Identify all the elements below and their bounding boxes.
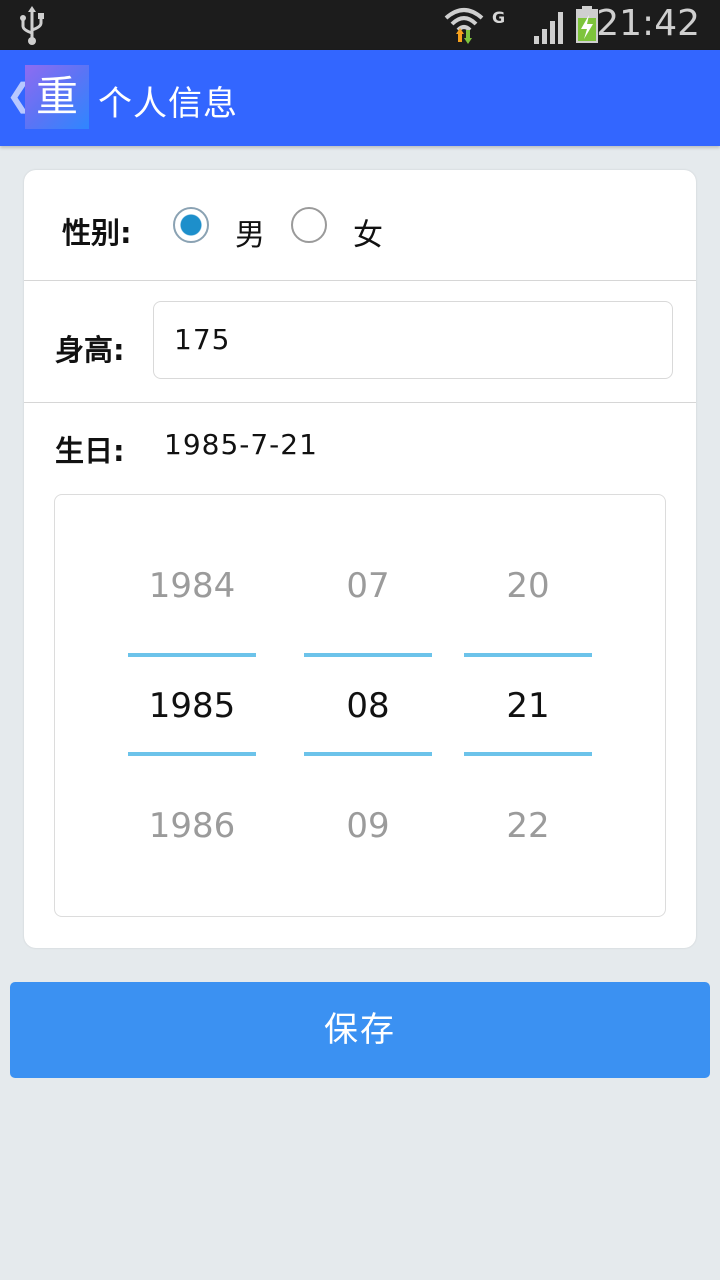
signal-icon — [534, 12, 563, 44]
day-highlight-bottom — [464, 752, 592, 756]
day-next[interactable]: 22 — [464, 806, 592, 846]
month-highlight-top — [304, 653, 432, 657]
year-highlight-top — [128, 653, 256, 657]
height-label: 身高: — [55, 333, 125, 367]
gender-label: 性别: — [62, 216, 132, 250]
birthday-value: 1985-7-21 — [164, 428, 318, 461]
year-prev[interactable]: 1984 — [128, 566, 256, 606]
app-logo[interactable]: 重 — [25, 65, 89, 129]
height-input[interactable]: 175 — [153, 301, 673, 379]
day-prev[interactable]: 20 — [464, 566, 592, 606]
month-next[interactable]: 09 — [304, 806, 432, 846]
date-picker[interactable]: 1984 1985 1986 07 08 09 20 21 22 — [54, 494, 666, 917]
app-bar: ❮ 重 个人信息 — [0, 50, 720, 146]
year-next[interactable]: 1986 — [128, 806, 256, 846]
divider — [24, 280, 696, 281]
gender-male-radio[interactable] — [173, 207, 209, 243]
page-title: 个人信息 — [98, 84, 238, 124]
day-highlight-top — [464, 653, 592, 657]
birthday-label: 生日: — [55, 434, 125, 468]
gender-male-label[interactable]: 男 — [235, 210, 265, 254]
network-type-label: G — [492, 8, 506, 27]
day-selected[interactable]: 21 — [464, 686, 592, 726]
month-selected[interactable]: 08 — [304, 686, 432, 726]
gender-female-label[interactable]: 女 — [353, 210, 383, 254]
year-selected[interactable]: 1985 — [128, 686, 256, 726]
save-button[interactable]: 保存 — [10, 982, 710, 1078]
status-bar: G 21:42 — [0, 0, 720, 50]
usb-icon — [20, 6, 44, 45]
month-highlight-bottom — [304, 752, 432, 756]
divider — [24, 402, 696, 403]
profile-form-card: 性别: 男 女 身高: 175 生日: 1985-7-21 1984 1985 … — [24, 170, 696, 948]
month-prev[interactable]: 07 — [304, 566, 432, 606]
clock: 21:42 — [596, 3, 700, 44]
gender-female-radio[interactable] — [291, 207, 327, 243]
wifi-icon — [444, 8, 484, 44]
year-highlight-bottom — [128, 752, 256, 756]
